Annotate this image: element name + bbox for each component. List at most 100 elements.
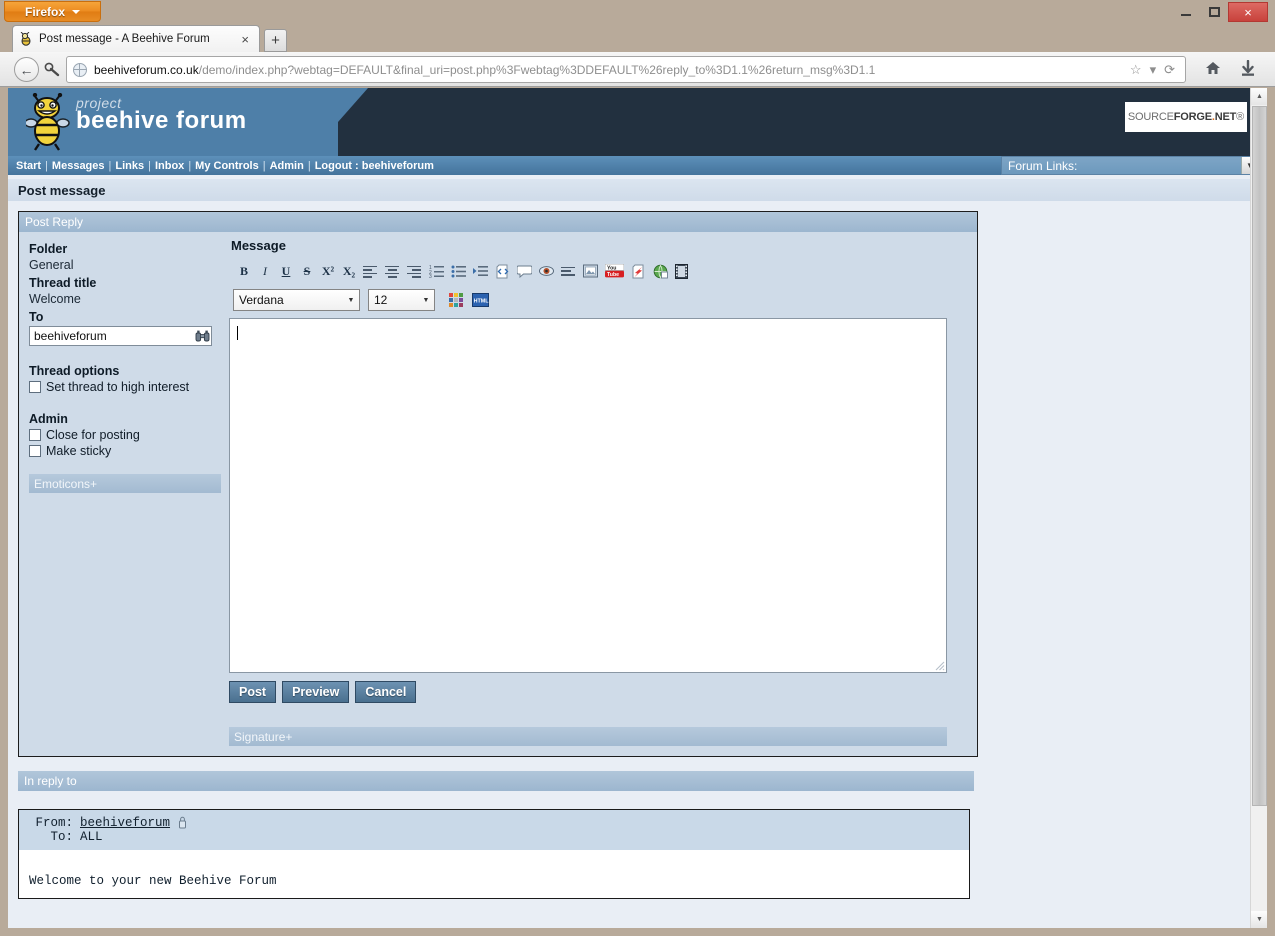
in-reply-to-post-header: From: beehiveforum To: ALL: [19, 810, 969, 850]
downloads-button[interactable]: [1240, 60, 1256, 82]
to-label: To:: [27, 830, 73, 844]
url-bar[interactable]: beehiveforum.co.uk/demo/index.php?webtag…: [66, 56, 1186, 83]
italic-icon[interactable]: I: [258, 264, 272, 279]
to-row: To: ALL: [19, 830, 969, 844]
insert-video-icon[interactable]: [675, 264, 690, 279]
post-button[interactable]: Post: [229, 681, 276, 703]
html-icon[interactable]: HTML: [472, 293, 489, 308]
thread-title-label: Thread title: [29, 276, 221, 290]
horizontal-rule-icon[interactable]: [561, 264, 576, 279]
align-left-icon[interactable]: [363, 264, 378, 279]
color-palette-icon[interactable]: [449, 293, 464, 308]
svg-text:You: You: [607, 265, 616, 271]
checkbox-icon[interactable]: [29, 381, 41, 393]
strikethrough-icon[interactable]: S: [300, 264, 314, 279]
close-window-button[interactable]: ×: [1228, 2, 1268, 22]
expand-icon[interactable]: +: [285, 730, 292, 744]
globe-icon: [73, 63, 87, 77]
back-button[interactable]: ←: [14, 57, 39, 82]
forum-links-select[interactable]: Forum Links: ▼: [1001, 156, 1259, 175]
navigation-toolbar: ← beehiveforum.co.uk/demo/index.php?webt…: [0, 52, 1275, 87]
align-center-icon[interactable]: [385, 264, 400, 279]
emoticons-section-header[interactable]: Emoticons +: [29, 474, 221, 493]
expand-icon[interactable]: +: [90, 477, 97, 491]
nav-item-messages[interactable]: Messages: [52, 160, 105, 172]
subscript-icon[interactable]: X₂: [342, 264, 356, 279]
font-size-value: 12: [374, 293, 387, 307]
browser-tab[interactable]: Post message - A Beehive Forum ×: [12, 25, 260, 52]
post-reply-panel-header: Post Reply: [19, 212, 977, 232]
forward-arrow-icon: [44, 61, 61, 78]
in-reply-to-header: In reply to: [18, 771, 974, 791]
code-icon[interactable]: [495, 264, 510, 279]
folder-label: Folder: [29, 242, 221, 256]
sf-pre: SOURCE: [1128, 111, 1174, 123]
page-title: Post message: [18, 183, 105, 198]
quote-icon[interactable]: [517, 264, 532, 279]
post-reply-panel-title: Post Reply: [25, 215, 83, 229]
bookmark-star-icon[interactable]: ☆: [1126, 62, 1146, 78]
sourceforge-logo[interactable]: SOURCEFORGE.NET®: [1125, 102, 1247, 132]
url-path: /demo/index.php?webtag=DEFAULT&final_uri…: [199, 63, 876, 77]
minimize-button[interactable]: [1172, 2, 1200, 21]
nav-item-links[interactable]: Links: [115, 160, 144, 172]
home-icon: [1204, 60, 1222, 77]
admin-option-make-sticky[interactable]: Make sticky: [29, 444, 221, 458]
bold-icon[interactable]: B: [237, 264, 251, 279]
sf-sup: ®: [1236, 111, 1244, 123]
admin-option-close-posting[interactable]: Close for posting: [29, 428, 221, 442]
cancel-button[interactable]: Cancel: [355, 681, 416, 703]
underline-icon[interactable]: U: [279, 264, 293, 279]
preview-button[interactable]: Preview: [282, 681, 349, 703]
youtube-icon[interactable]: You Tube: [605, 264, 624, 279]
thread-title-value: Welcome: [29, 292, 221, 306]
font-controls-row: Verdana ▼ 12 ▼: [229, 289, 967, 311]
flash-icon[interactable]: [631, 264, 646, 279]
tab-close-icon[interactable]: ×: [237, 32, 253, 47]
checkbox-icon[interactable]: [29, 445, 41, 457]
binoculars-icon[interactable]: [193, 327, 211, 345]
nav-item-inbox[interactable]: Inbox: [155, 160, 184, 172]
nav-sep: |: [109, 160, 112, 172]
spoiler-icon[interactable]: [539, 264, 554, 279]
nav-item-admin[interactable]: Admin: [270, 160, 304, 172]
align-right-icon[interactable]: [407, 264, 422, 279]
thread-options-label: Thread options: [29, 364, 221, 378]
forward-button[interactable]: [44, 61, 61, 78]
page-scrollbar[interactable]: ▲ ▼: [1250, 88, 1267, 928]
title-bar: Firefox ×: [0, 0, 1275, 24]
superscript-icon[interactable]: X²: [321, 264, 335, 279]
nav-item-logout[interactable]: Logout : beehiveforum: [315, 160, 434, 172]
chevron-down-icon: ▼: [418, 290, 434, 310]
from-user-link[interactable]: beehiveforum: [80, 816, 170, 830]
sf-net: NET: [1215, 111, 1236, 123]
scroll-down-button[interactable]: ▼: [1251, 911, 1267, 928]
maximize-button[interactable]: [1200, 2, 1228, 21]
nav-item-start[interactable]: Start: [16, 160, 41, 172]
new-tab-button[interactable]: +: [264, 29, 287, 52]
unordered-list-icon[interactable]: [451, 264, 466, 279]
message-textarea[interactable]: [229, 318, 947, 673]
pm-icon[interactable]: [177, 816, 188, 829]
font-size-select[interactable]: 12 ▼: [368, 289, 435, 311]
nav-item-my-controls[interactable]: My Controls: [195, 160, 259, 172]
font-family-select[interactable]: Verdana ▼: [233, 289, 360, 311]
insert-link-icon[interactable]: [653, 264, 668, 279]
chevron-down-icon[interactable]: ▾: [1146, 62, 1161, 78]
scroll-up-button[interactable]: ▲: [1251, 88, 1267, 105]
scrollbar-thumb[interactable]: [1252, 106, 1267, 806]
resize-grip-icon[interactable]: [932, 658, 945, 671]
signature-section-header[interactable]: Signature +: [229, 727, 947, 746]
indent-icon[interactable]: [473, 264, 488, 279]
ordered-list-icon[interactable]: 1 2 3: [429, 264, 444, 279]
insert-image-icon[interactable]: [583, 264, 598, 279]
reload-icon[interactable]: ⟳: [1160, 62, 1179, 78]
firefox-app-button[interactable]: Firefox: [4, 1, 101, 22]
to-input[interactable]: beehiveforum: [29, 326, 212, 346]
checkbox-icon[interactable]: [29, 429, 41, 441]
thread-option-high-interest[interactable]: Set thread to high interest: [29, 380, 221, 394]
browser-window: Firefox × Post message - A Beehive Forum: [0, 0, 1275, 936]
home-button[interactable]: [1204, 60, 1222, 82]
post-actions-row: Post Preview Cancel: [229, 681, 967, 703]
nav-sep: |: [148, 160, 151, 172]
